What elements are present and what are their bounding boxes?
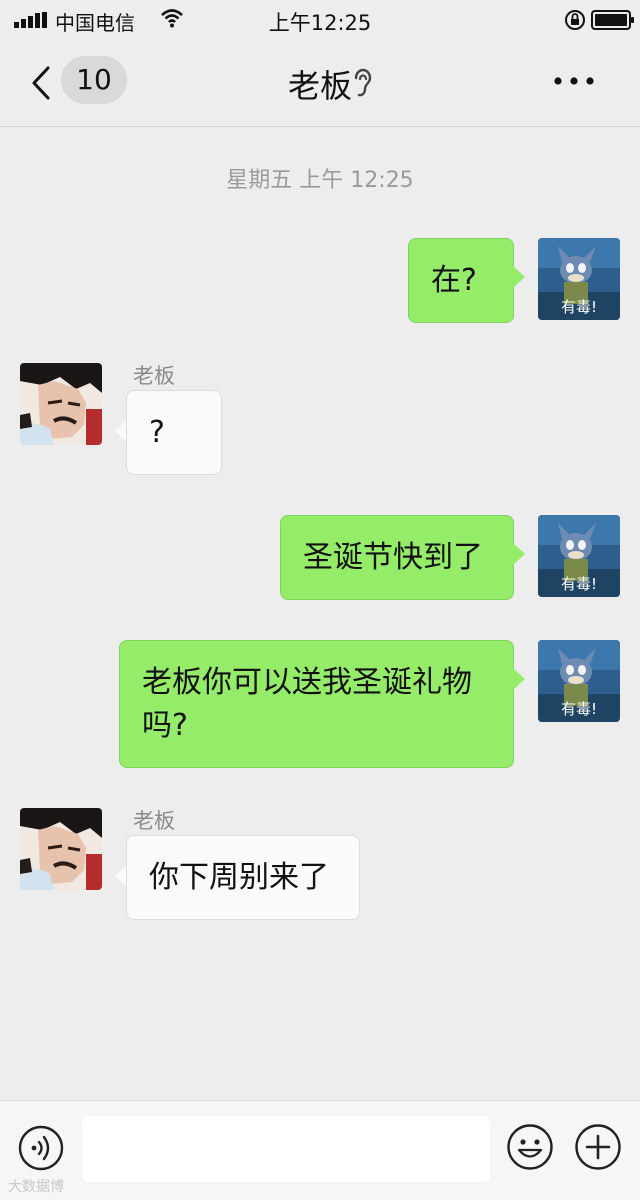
- chat-header: 10 老板: [0, 42, 640, 127]
- my-message-bubble[interactable]: 老板你可以送我圣诞礼物吗?: [119, 640, 514, 768]
- status-time: 上午12:25: [268, 11, 372, 35]
- avatar-caption: 有毒!: [561, 700, 597, 718]
- boss-message-bubble[interactable]: 你下周别来了: [126, 835, 360, 920]
- message-text: 你下周别来了: [149, 860, 329, 895]
- my-avatar[interactable]: 有毒!: [538, 238, 620, 320]
- message-input[interactable]: [82, 1116, 490, 1182]
- avatar-caption: 有毒!: [561, 298, 597, 316]
- boss-avatar[interactable]: [20, 808, 102, 890]
- plus-icon[interactable]: [574, 1123, 622, 1171]
- voice-icon[interactable]: [18, 1125, 64, 1171]
- earpiece-mode-icon: [354, 68, 372, 97]
- status-bar: 中国电信 上午12:25: [0, 0, 640, 42]
- message-text: 老板你可以送我圣诞礼物吗?: [142, 665, 472, 743]
- my-avatar[interactable]: 有毒!: [538, 515, 620, 597]
- avatar-caption: 有毒!: [561, 575, 597, 593]
- input-bar: [0, 1100, 640, 1200]
- boss-avatar[interactable]: [20, 363, 102, 445]
- my-message-bubble[interactable]: 在?: [408, 238, 514, 323]
- boss-message-bubble[interactable]: ?: [126, 390, 222, 475]
- rotation-lock-icon: [565, 10, 585, 30]
- my-message-bubble[interactable]: 圣诞节快到了: [280, 515, 514, 600]
- message-text: 在?: [431, 263, 477, 298]
- message-text: ?: [149, 415, 165, 450]
- chat-title: 老板: [287, 67, 352, 105]
- watermark: 大数据博: [8, 1179, 64, 1195]
- chat-timestamp: 星期五 上午 12:25: [226, 168, 414, 193]
- more-options-icon[interactable]: [552, 68, 596, 94]
- bubble-tail: [513, 668, 525, 690]
- bubble-tail: [513, 543, 525, 565]
- battery-icon: [591, 10, 634, 30]
- message-text: 圣诞节快到了: [303, 540, 483, 575]
- my-avatar[interactable]: 有毒!: [538, 640, 620, 722]
- sender-name: 老板: [133, 364, 175, 388]
- emoji-icon[interactable]: [506, 1123, 554, 1171]
- sender-name: 老板: [133, 809, 175, 833]
- bubble-tail: [513, 266, 525, 288]
